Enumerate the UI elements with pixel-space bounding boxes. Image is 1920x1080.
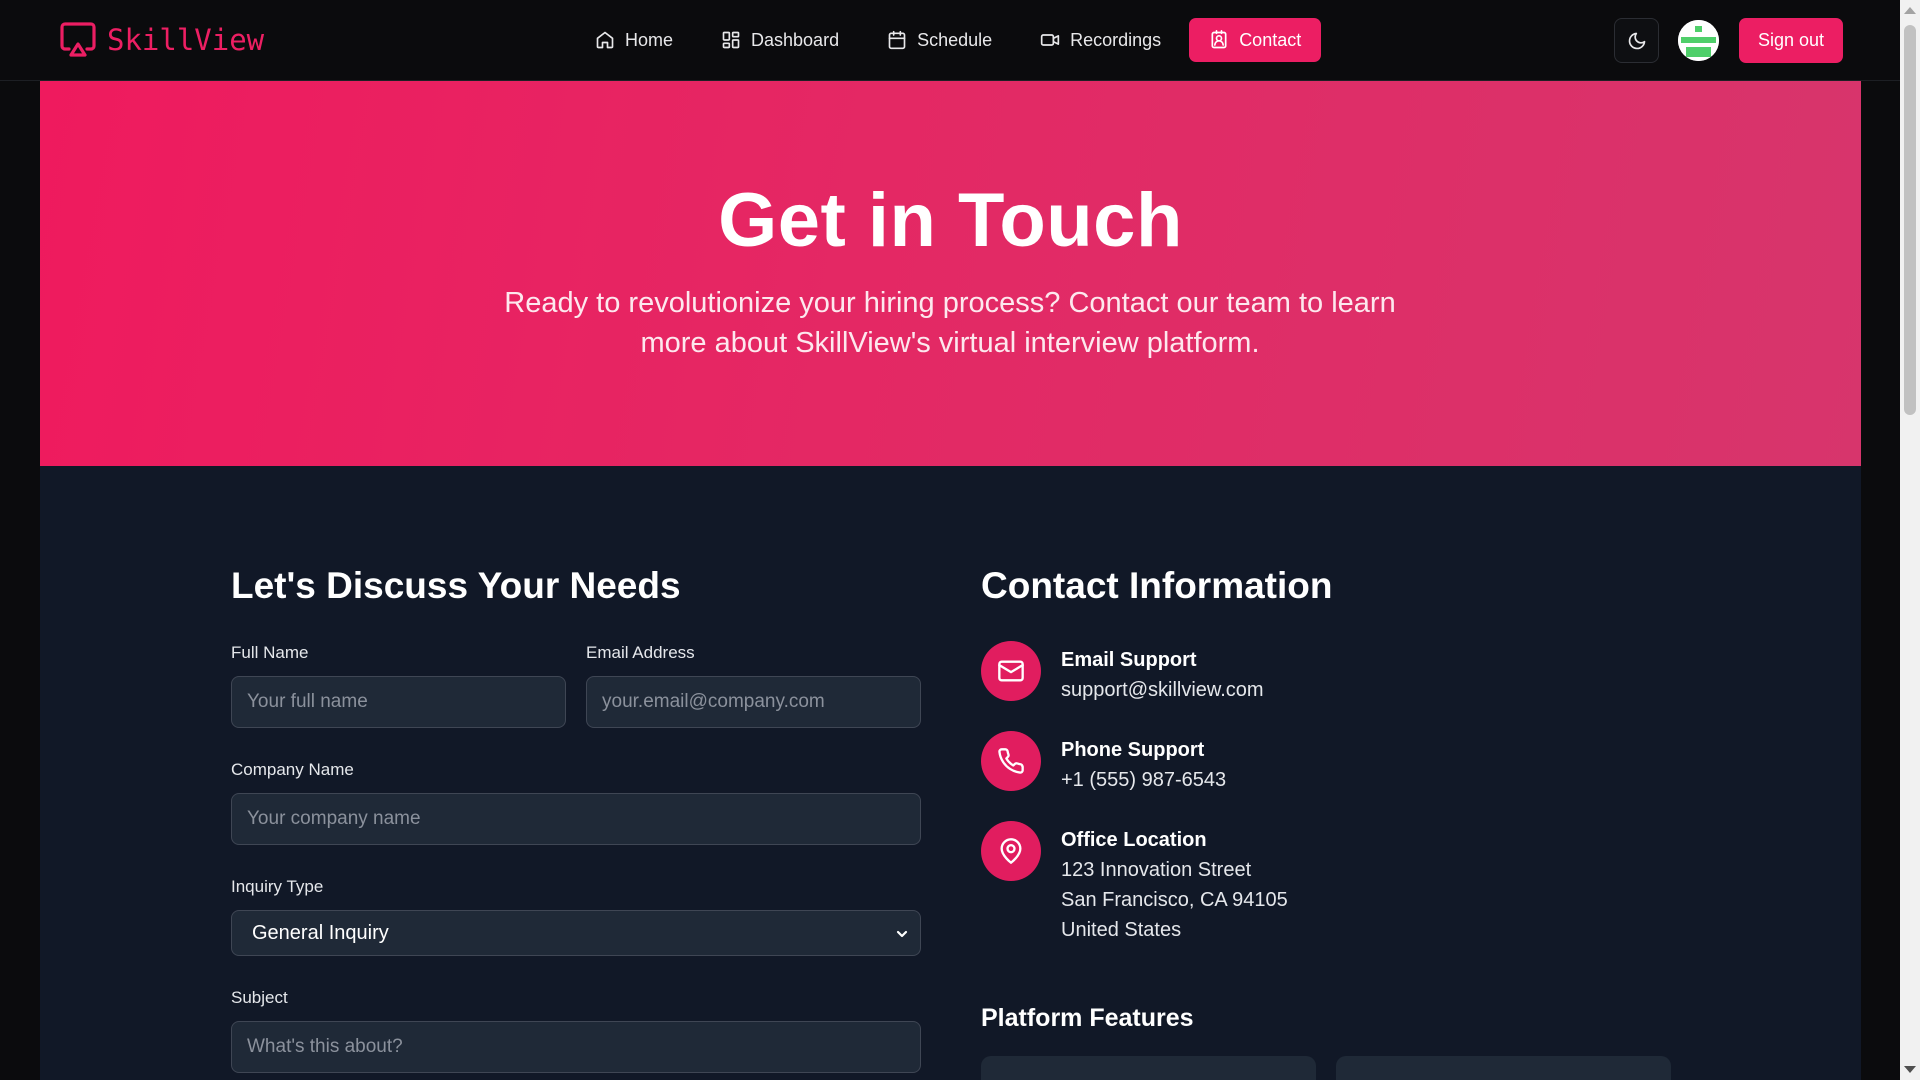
brand-logo-link[interactable]: SkillView (59, 22, 264, 58)
office-address-line-2: San Francisco, CA 94105 (1061, 889, 1288, 911)
feature-card (1336, 1056, 1671, 1080)
email-input[interactable] (586, 676, 921, 728)
feature-card (981, 1056, 1316, 1080)
location-icon-circle (981, 821, 1041, 881)
office-location-heading: Office Location (1061, 829, 1207, 851)
contact-icon (1211, 30, 1227, 49)
support-phone-link[interactable]: +1 (555) 987-6543 (1061, 769, 1226, 792)
support-email-link[interactable]: support@skillview.com (1061, 679, 1264, 702)
inquiry-type-select[interactable]: General Inquiry (231, 910, 921, 956)
email-icon-circle (981, 641, 1041, 701)
top-navbar: SkillView Home Dashboard Schedule Record… (0, 0, 1900, 81)
calendar-icon (888, 30, 906, 50)
phone-support-item: Phone Support +1 (555) 987-6543 (981, 731, 1581, 801)
sign-out-button[interactable]: Sign out (1739, 18, 1843, 63)
nav-recordings-label: Recordings (1070, 29, 1162, 50)
chevron-down-icon (896, 930, 908, 938)
office-location-item: Office Location 123 Innovation Street Sa… (981, 821, 1581, 941)
nav-home-label: Home (625, 29, 674, 50)
brand-name: SkillView (107, 23, 265, 57)
nav-home[interactable]: Home (575, 18, 693, 62)
avatar-image (1678, 20, 1719, 61)
cast-icon (60, 22, 96, 57)
user-avatar[interactable] (1678, 20, 1719, 61)
map-pin-icon (1000, 838, 1022, 864)
company-name-label: Company Name (231, 760, 354, 779)
hero-banner: Get in Touch Ready to revolutionize your… (40, 81, 1861, 466)
nav-contact-label: Contact (1239, 29, 1302, 50)
phone-icon (998, 748, 1024, 774)
scrollbar-thumb[interactable] (1904, 25, 1916, 415)
video-icon (1040, 34, 1060, 46)
nav-recordings[interactable]: Recordings (1020, 18, 1181, 62)
hero-subtitle: Ready to revolutionize your hiring proce… (504, 287, 1396, 359)
form-title: Let's Discuss Your Needs (231, 565, 681, 606)
subject-label: Subject (231, 988, 288, 1007)
nav-schedule[interactable]: Schedule (867, 18, 1012, 62)
nav-dashboard-label: Dashboard (751, 29, 840, 50)
moon-icon (1628, 32, 1645, 49)
inquiry-type-label: Inquiry Type (231, 877, 324, 896)
office-address-line-3: United States (1061, 919, 1182, 941)
email-support-heading: Email Support (1061, 649, 1197, 671)
office-address-line-1: 123 Innovation Street (1061, 859, 1252, 881)
theme-toggle-button[interactable] (1614, 18, 1659, 63)
scroll-down-arrow-icon[interactable] (1904, 1066, 1916, 1073)
full-name-input[interactable] (231, 676, 566, 728)
page-scrollbar[interactable] (1900, 0, 1920, 1080)
inquiry-type-value: General Inquiry (252, 921, 389, 944)
nav-contact[interactable]: Contact (1189, 18, 1322, 62)
nav-dashboard[interactable]: Dashboard (701, 18, 859, 62)
platform-features-title: Platform Features (981, 1004, 1194, 1032)
contact-info-title: Contact Information (981, 565, 1333, 606)
contact-main: Let's Discuss Your Needs Full Name Email… (40, 466, 1861, 1080)
nav-schedule-label: Schedule (917, 29, 993, 50)
main-nav: Home Dashboard Schedule Recordings Conta… (575, 18, 1322, 62)
scroll-up-arrow-icon[interactable] (1904, 7, 1916, 14)
full-name-label: Full Name (231, 643, 309, 662)
email-support-item: Email Support support@skillview.com (981, 641, 1581, 711)
home-icon (596, 31, 614, 49)
email-label: Email Address (586, 643, 695, 662)
mail-icon (998, 660, 1024, 682)
company-name-input[interactable] (231, 793, 921, 845)
hero-title: Get in Touch (718, 178, 1183, 263)
phone-icon-circle (981, 731, 1041, 791)
subject-input[interactable] (231, 1021, 921, 1073)
phone-support-heading: Phone Support (1061, 739, 1205, 761)
dashboard-icon (722, 31, 740, 49)
